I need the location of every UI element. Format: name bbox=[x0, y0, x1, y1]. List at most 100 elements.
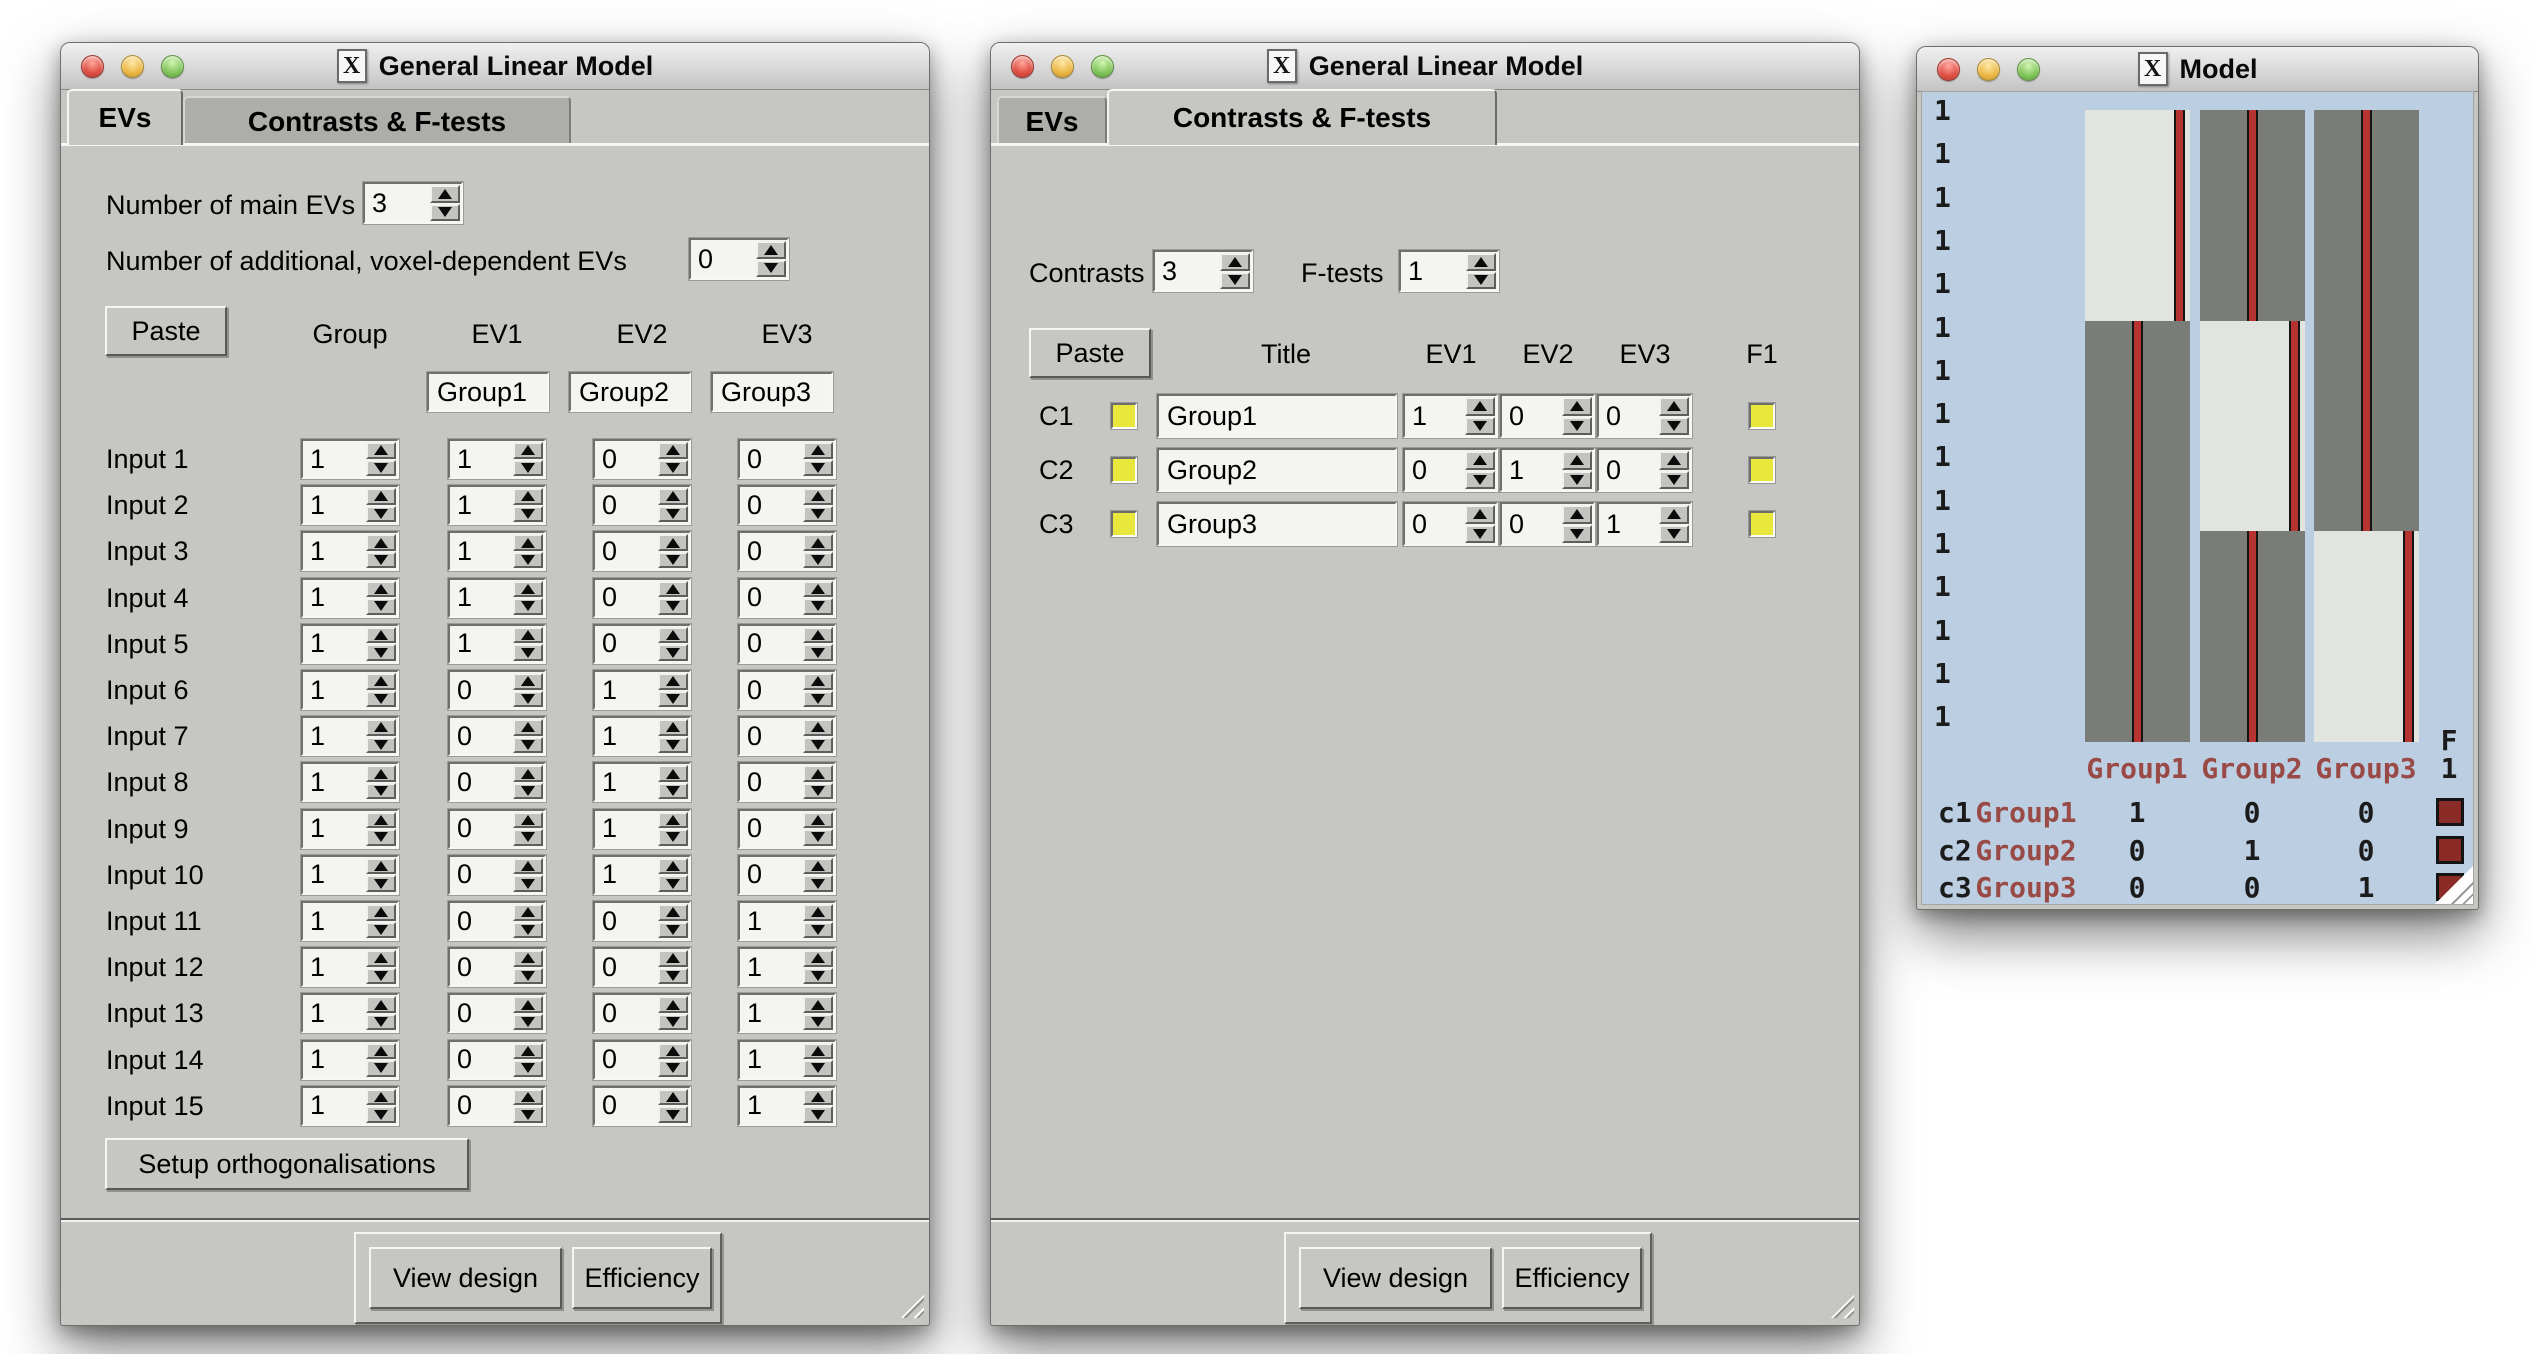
ev1-weight-spinbox-up-button[interactable] bbox=[1465, 397, 1495, 416]
group-spinbox-up-button[interactable] bbox=[366, 765, 396, 782]
ev1-spinbox[interactable]: 0 bbox=[448, 855, 546, 895]
ev1-spinbox[interactable]: 0 bbox=[448, 901, 546, 941]
ev3-spinbox-down-button[interactable] bbox=[803, 1106, 833, 1123]
ev3-spinbox-down-button[interactable] bbox=[803, 875, 833, 892]
ev3-spinbox[interactable]: 0 bbox=[738, 485, 836, 525]
ev1-spinbox-up-button[interactable] bbox=[513, 950, 543, 967]
tab-evs[interactable]: EVs bbox=[67, 89, 183, 145]
ev2-spinbox-up-button[interactable] bbox=[658, 581, 688, 598]
ev1-spinbox-down-button[interactable] bbox=[513, 644, 543, 661]
ev1-spinbox[interactable]: 1 bbox=[448, 439, 546, 479]
ev2-spinbox-up-button[interactable] bbox=[658, 488, 688, 505]
ev1-spinbox-up-button[interactable] bbox=[513, 719, 543, 736]
ev1-spinbox[interactable]: 0 bbox=[448, 1086, 546, 1126]
ev3-spinbox[interactable]: 1 bbox=[738, 1086, 836, 1126]
ev2-spinbox-down-button[interactable] bbox=[658, 691, 688, 708]
ev2-spinbox-up-button[interactable] bbox=[658, 858, 688, 875]
ev3-spinbox-up-button[interactable] bbox=[803, 442, 833, 459]
ev2-spinbox-down-button[interactable] bbox=[658, 506, 688, 523]
ftest-include-checkbox[interactable] bbox=[1749, 403, 1775, 429]
ev1-spinbox-up-button[interactable] bbox=[513, 581, 543, 598]
group-spinbox-down-button[interactable] bbox=[366, 598, 396, 615]
ev3-spinbox-up-button[interactable] bbox=[803, 534, 833, 551]
ev3-spinbox-up-button[interactable] bbox=[803, 904, 833, 921]
ev2-spinbox[interactable]: 0 bbox=[593, 1040, 691, 1080]
num-main-evs-spinbox[interactable]: 3 bbox=[363, 182, 463, 224]
ev3-weight-spinbox-down-button[interactable] bbox=[1659, 525, 1689, 544]
ev2-spinbox-up-button[interactable] bbox=[658, 1089, 688, 1106]
group-spinbox[interactable]: 1 bbox=[301, 855, 399, 895]
ev3-weight-spinbox-up-button[interactable] bbox=[1659, 451, 1689, 470]
resize-grip[interactable] bbox=[1826, 1290, 1854, 1318]
ev2-spinbox[interactable]: 0 bbox=[593, 1086, 691, 1126]
ev2-weight-spinbox-down-button[interactable] bbox=[1562, 471, 1592, 490]
ev2-spinbox[interactable]: 0 bbox=[593, 578, 691, 618]
group-spinbox-up-button[interactable] bbox=[366, 858, 396, 875]
group-spinbox-up-button[interactable] bbox=[366, 950, 396, 967]
ev2-spinbox-down-button[interactable] bbox=[658, 644, 688, 661]
ev1-spinbox-up-button[interactable] bbox=[513, 904, 543, 921]
ev2-spinbox-down-button[interactable] bbox=[658, 1014, 688, 1031]
group-spinbox-down-button[interactable] bbox=[366, 552, 396, 569]
ev2-spinbox-down-button[interactable] bbox=[658, 875, 688, 892]
ev2-spinbox-up-button[interactable] bbox=[658, 442, 688, 459]
ev2-spinbox[interactable]: 0 bbox=[593, 531, 691, 571]
group-spinbox[interactable]: 1 bbox=[301, 485, 399, 525]
ev3-spinbox-down-button[interactable] bbox=[803, 783, 833, 800]
group-spinbox-up-button[interactable] bbox=[366, 719, 396, 736]
group-spinbox[interactable]: 1 bbox=[301, 670, 399, 710]
efficiency-button[interactable]: Efficiency bbox=[572, 1247, 712, 1309]
num-main-evs-spinbox-down-button[interactable] bbox=[430, 204, 460, 222]
ev3-spinbox-down-button[interactable] bbox=[803, 552, 833, 569]
ev1-spinbox[interactable]: 0 bbox=[448, 670, 546, 710]
group-spinbox-up-button[interactable] bbox=[366, 673, 396, 690]
group-spinbox-down-button[interactable] bbox=[366, 829, 396, 846]
ev2-spinbox-up-button[interactable] bbox=[658, 534, 688, 551]
num-voxel-evs-spinbox[interactable]: 0 bbox=[689, 238, 789, 280]
group-spinbox[interactable]: 1 bbox=[301, 531, 399, 571]
ev1-weight-spinbox-down-button[interactable] bbox=[1465, 471, 1495, 490]
group-spinbox[interactable]: 1 bbox=[301, 1086, 399, 1126]
view-design-button[interactable]: View design bbox=[369, 1247, 562, 1309]
ev1-spinbox-up-button[interactable] bbox=[513, 812, 543, 829]
tab-evs[interactable]: EVs bbox=[997, 96, 1107, 145]
group-spinbox-up-button[interactable] bbox=[366, 996, 396, 1013]
ev3-spinbox-down-button[interactable] bbox=[803, 1060, 833, 1077]
ev2-spinbox-up-button[interactable] bbox=[658, 719, 688, 736]
group-spinbox-down-button[interactable] bbox=[366, 691, 396, 708]
ev1-spinbox[interactable]: 0 bbox=[448, 947, 546, 987]
ev2-spinbox[interactable]: 0 bbox=[593, 624, 691, 664]
group-spinbox-up-button[interactable] bbox=[366, 627, 396, 644]
contrasts-spinbox[interactable]: 3 bbox=[1153, 250, 1253, 292]
group-spinbox[interactable]: 1 bbox=[301, 947, 399, 987]
group-spinbox-up-button[interactable] bbox=[366, 904, 396, 921]
group-spinbox[interactable]: 1 bbox=[301, 578, 399, 618]
ev3-spinbox[interactable]: 1 bbox=[738, 901, 836, 941]
ev2-weight-spinbox[interactable]: 0 bbox=[1500, 394, 1595, 438]
ftest-include-checkbox[interactable] bbox=[1749, 511, 1775, 537]
ev2-spinbox-down-button[interactable] bbox=[658, 598, 688, 615]
group-spinbox-down-button[interactable] bbox=[366, 506, 396, 523]
group-spinbox-up-button[interactable] bbox=[366, 1043, 396, 1060]
ev1-weight-spinbox-down-button[interactable] bbox=[1465, 525, 1495, 544]
ev3-spinbox[interactable]: 0 bbox=[738, 855, 836, 895]
group-spinbox-down-button[interactable] bbox=[366, 783, 396, 800]
ev1-weight-spinbox-up-button[interactable] bbox=[1465, 505, 1495, 524]
ev1-spinbox-up-button[interactable] bbox=[513, 488, 543, 505]
ev3-spinbox-up-button[interactable] bbox=[803, 765, 833, 782]
group-spinbox-up-button[interactable] bbox=[366, 812, 396, 829]
ev1-spinbox-down-button[interactable] bbox=[513, 737, 543, 754]
ev3-weight-spinbox-up-button[interactable] bbox=[1659, 397, 1689, 416]
ev3-spinbox-down-button[interactable] bbox=[803, 737, 833, 754]
group-spinbox-down-button[interactable] bbox=[366, 968, 396, 985]
ev1-spinbox[interactable]: 0 bbox=[448, 762, 546, 802]
ev1-spinbox-up-button[interactable] bbox=[513, 765, 543, 782]
contrast-title-entry[interactable]: Group3 bbox=[1157, 502, 1397, 546]
ev1-spinbox-down-button[interactable] bbox=[513, 506, 543, 523]
paste-button[interactable]: Paste bbox=[1029, 328, 1151, 378]
ev1-weight-spinbox[interactable]: 1 bbox=[1403, 394, 1498, 438]
contrasts-spinbox-down-button[interactable] bbox=[1220, 272, 1250, 290]
ev2-weight-spinbox-down-button[interactable] bbox=[1562, 525, 1592, 544]
ev1-title-entry[interactable]: Group1 bbox=[427, 372, 549, 412]
ev2-spinbox[interactable]: 0 bbox=[593, 439, 691, 479]
